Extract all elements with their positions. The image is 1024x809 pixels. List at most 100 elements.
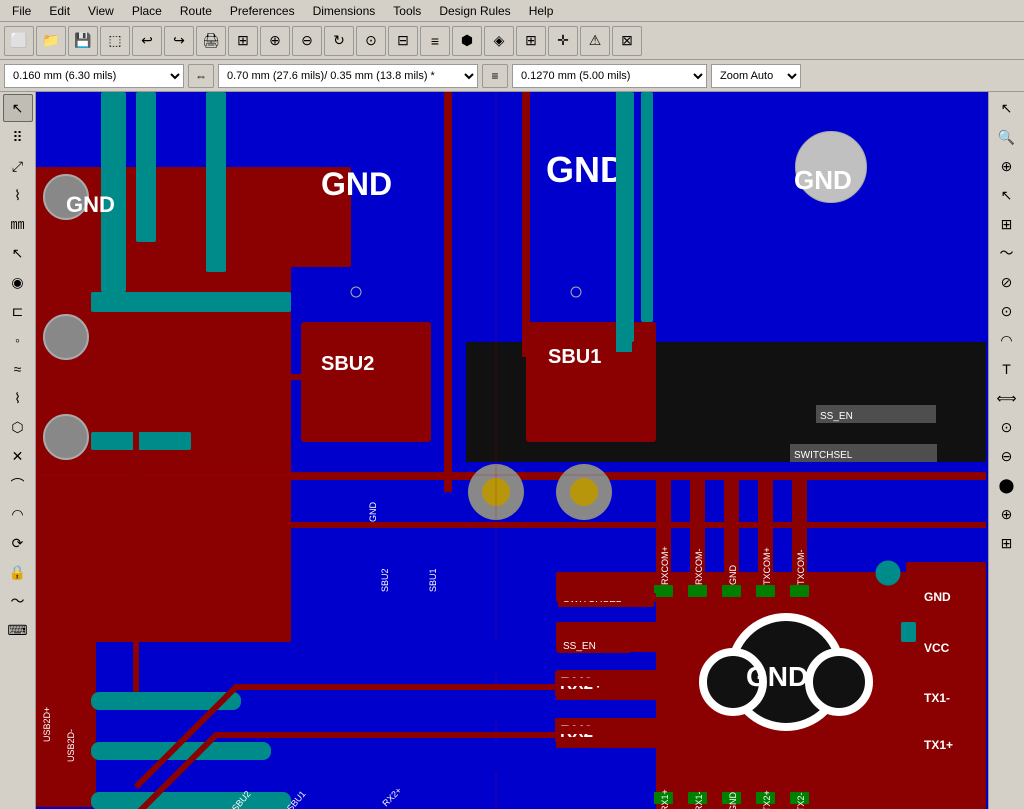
right-tool-14[interactable]: ⊕	[992, 500, 1022, 528]
left-tool-0[interactable]: ↖	[3, 94, 33, 122]
zoom-select[interactable]: Zoom Auto	[711, 64, 801, 88]
menu-item-design-rules[interactable]: Design Rules	[431, 2, 518, 20]
pcb-canvas[interactable]: GND GND GND GND SBU2 SBU1 GND SBU2 SBU1 …	[36, 92, 988, 809]
svg-text:TX2+: TX2+	[762, 790, 772, 809]
via-select[interactable]: 0.70 mm (27.6 mils)/ 0.35 mm (13.8 mils)…	[218, 64, 478, 88]
track-select[interactable]: 0.160 mm (6.30 mils)	[4, 64, 184, 88]
left-tool-16[interactable]: 🔒	[3, 558, 33, 586]
svg-text:GND: GND	[321, 166, 392, 202]
main-toolbar: ⬜📁💾⬚↩↪🖨⊞⊕⊖↻⊙⊟≡⬢◈⊞✛⚠⊠	[0, 22, 1024, 60]
left-tool-3[interactable]: ⌇	[3, 181, 33, 209]
right-tool-9[interactable]: T	[992, 355, 1022, 383]
warn-button[interactable]: ⚠	[580, 26, 610, 56]
right-toolbar: ↖🔍⊕↖⊞〜⊘⊙◠T⟺⊙⊖⬤⊕⊞	[988, 92, 1024, 809]
menu-item-place[interactable]: Place	[124, 2, 170, 20]
svg-text:SS_EN: SS_EN	[563, 641, 596, 652]
left-toolbar: ↖⠿⤢⌇㎜↖◉⊏◦≈⌇⬡✕⌒◠⟳🔒〜⌨	[0, 92, 36, 809]
drc-button[interactable]: ⬢	[452, 26, 482, 56]
svg-text:GND: GND	[794, 165, 852, 195]
new-button[interactable]: ⬜	[4, 26, 34, 56]
left-tool-12[interactable]: ✕	[3, 442, 33, 470]
right-tool-2[interactable]: ⊕	[992, 152, 1022, 180]
left-tool-15[interactable]: ⟳	[3, 529, 33, 557]
svg-text:GND: GND	[368, 502, 378, 523]
left-tool-7[interactable]: ⊏	[3, 297, 33, 325]
net-inspector-icon[interactable]: ≡	[482, 64, 508, 88]
grid-button[interactable]: ⊞	[516, 26, 546, 56]
svg-text:TXCOM-: TXCOM-	[796, 550, 806, 586]
left-tool-8[interactable]: ◦	[3, 326, 33, 354]
mgr-button[interactable]: ⊠	[612, 26, 642, 56]
open-button[interactable]: 📁	[36, 26, 66, 56]
zoom-refresh-button[interactable]: ↻	[324, 26, 354, 56]
svg-text:TX1+: TX1+	[924, 738, 953, 752]
menu-item-dimensions[interactable]: Dimensions	[305, 2, 384, 20]
svg-text:TX1-: TX1-	[924, 691, 950, 705]
left-tool-13[interactable]: ⌒	[3, 471, 33, 499]
left-tool-9[interactable]: ≈	[3, 355, 33, 383]
svg-text:SBU1: SBU1	[428, 568, 438, 592]
right-tool-6[interactable]: ⊘	[992, 268, 1022, 296]
right-tool-8[interactable]: ◠	[992, 326, 1022, 354]
menu-item-view[interactable]: View	[80, 2, 122, 20]
right-tool-15[interactable]: ⊞	[992, 529, 1022, 557]
left-tool-6[interactable]: ◉	[3, 268, 33, 296]
track-icon: ⇔	[188, 64, 214, 88]
secondary-toolbar: 0.160 mm (6.30 mils) ⇔ 0.70 mm (27.6 mil…	[0, 60, 1024, 92]
left-tool-5[interactable]: ↖	[3, 239, 33, 267]
right-tool-3[interactable]: ↖	[992, 181, 1022, 209]
right-tool-4[interactable]: ⊞	[992, 210, 1022, 238]
cross-button[interactable]: ✛	[548, 26, 578, 56]
right-tool-1[interactable]: 🔍	[992, 123, 1022, 151]
board-button[interactable]: ◈	[484, 26, 514, 56]
menu-item-help[interactable]: Help	[521, 2, 562, 20]
right-tool-12[interactable]: ⊖	[992, 442, 1022, 470]
left-tool-10[interactable]: ⌇	[3, 384, 33, 412]
svg-text:RXCOM-: RXCOM-	[694, 549, 704, 586]
print-button[interactable]: 🖨	[196, 26, 226, 56]
menu-item-tools[interactable]: Tools	[385, 2, 429, 20]
svg-text:TX2-: TX2-	[796, 792, 806, 809]
left-tool-17[interactable]: 〜	[3, 587, 33, 615]
right-tool-13[interactable]: ⬤	[992, 471, 1022, 499]
menu-item-file[interactable]: File	[4, 2, 39, 20]
plots-button[interactable]: ⊞	[228, 26, 258, 56]
right-tool-7[interactable]: ⊙	[992, 297, 1022, 325]
grid-select[interactable]: 0.1270 mm (5.00 mils)	[512, 64, 707, 88]
undo-button[interactable]: ↩	[132, 26, 162, 56]
svg-text:SBU2: SBU2	[380, 568, 390, 592]
right-tool-10[interactable]: ⟺	[992, 384, 1022, 412]
left-tool-4[interactable]: ㎜	[3, 210, 33, 238]
netlist-button[interactable]: ≡	[420, 26, 450, 56]
left-tool-14[interactable]: ◠	[3, 500, 33, 528]
svg-text:USB2D+: USB2D+	[42, 707, 52, 742]
page-button[interactable]: ⬚	[100, 26, 130, 56]
redo-button[interactable]: ↪	[164, 26, 194, 56]
zoom-area-button[interactable]: ⊟	[388, 26, 418, 56]
svg-text:VCC: VCC	[924, 641, 950, 655]
svg-text:GND: GND	[924, 590, 951, 604]
svg-text:RX1-: RX1-	[694, 791, 704, 809]
menu-bar: FileEditViewPlaceRoutePreferencesDimensi…	[0, 0, 1024, 22]
menu-item-preferences[interactable]: Preferences	[222, 2, 303, 20]
save-button[interactable]: 💾	[68, 26, 98, 56]
menu-item-route[interactable]: Route	[172, 2, 220, 20]
svg-text:SS_EN: SS_EN	[820, 411, 853, 422]
svg-text:GND: GND	[746, 661, 808, 692]
left-tool-2[interactable]: ⤢	[3, 152, 33, 180]
zoom-in-button[interactable]: ⊕	[260, 26, 290, 56]
left-tool-11[interactable]: ⬡	[3, 413, 33, 441]
main-area: ↖⠿⤢⌇㎜↖◉⊏◦≈⌇⬡✕⌒◠⟳🔒〜⌨	[0, 92, 1024, 809]
right-tool-5[interactable]: 〜	[992, 239, 1022, 267]
left-tool-18[interactable]: ⌨	[3, 616, 33, 644]
right-tool-0[interactable]: ↖	[992, 94, 1022, 122]
svg-text:SBU1: SBU1	[548, 346, 601, 368]
right-tool-11[interactable]: ⊙	[992, 413, 1022, 441]
menu-item-edit[interactable]: Edit	[41, 2, 78, 20]
svg-text:GND: GND	[66, 192, 115, 217]
svg-text:GND: GND	[728, 792, 738, 809]
left-tool-1[interactable]: ⠿	[3, 123, 33, 151]
zoom-fit-button[interactable]: ⊙	[356, 26, 386, 56]
zoom-out-button[interactable]: ⊖	[292, 26, 322, 56]
svg-text:SBU2: SBU2	[321, 353, 374, 375]
